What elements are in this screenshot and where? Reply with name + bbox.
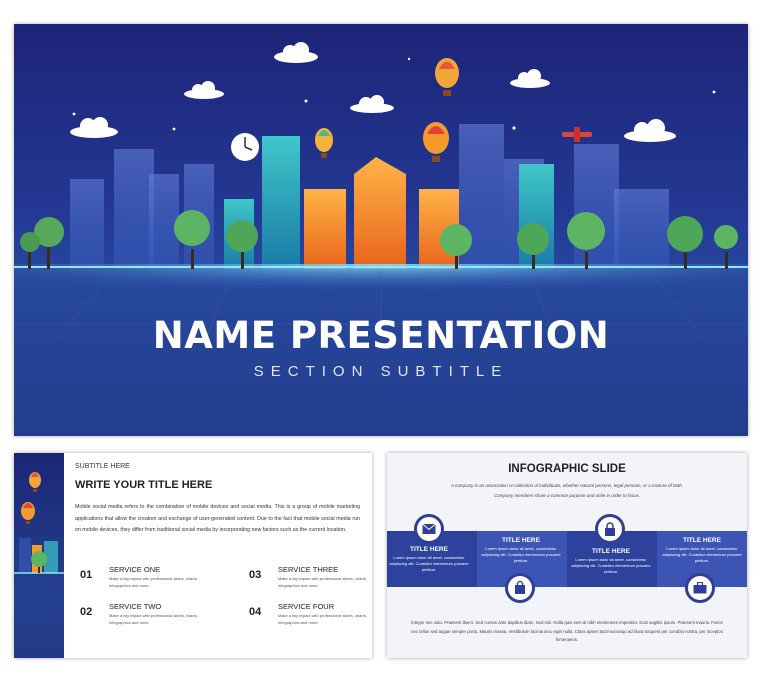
service-title: SERVICE TWO [109,602,162,611]
item-description: Lorem ipsum dolor sit amet, consectetur … [662,546,742,563]
slide-outro-text: Integer nec odio. Praesent libero. Sed c… [411,620,723,642]
shopping-bag-icon [505,573,535,603]
service-description: Make a big impact with professional slid… [278,613,367,625]
orange-buildings [304,157,459,269]
clock-icon [231,133,259,161]
infographic-item: TITLE HERE Lorem ipsum dolor sit amet, c… [662,537,742,564]
infographic-item: TITLE HERE Lorem ipsum dolor sit amet, c… [571,548,651,575]
intro-line: A company is an association or collectio… [451,483,683,488]
item-title: TITLE HERE [502,537,540,544]
item-description: Lorem ipsum dolor sit amet, consectetur … [571,557,651,574]
item-title: TITLE HERE [410,546,448,553]
stars [72,57,716,131]
hot-air-balloon-icon [423,122,449,162]
infographic-slide-thumbnail[interactable]: INFOGRAPHIC SLIDE A company is an associ… [387,453,747,658]
envelope-icon [414,514,444,544]
hot-air-balloon-icon [435,58,459,96]
item-description: Lorem ipsum dolor sit amet, consectetur … [389,555,469,572]
item-title: TITLE HERE [683,537,721,544]
hot-air-balloon-icon [315,128,333,158]
slide-intro-text: A company is an association or collectio… [427,481,707,501]
presentation-subtitle: SECTION SUBTITLE [253,363,509,380]
service-number: 01 [80,569,93,581]
infographic-item: TITLE HERE Lorem ipsum dolor sit amet, c… [389,546,469,573]
service-number: 02 [80,606,93,618]
service-number: 04 [249,606,262,618]
service-title: SERVICE ONE [109,565,161,574]
title-slide-preview[interactable]: NAME PRESENTATION SECTION SUBTITLE [14,24,748,436]
service-description: Make a big impact with professional slid… [278,576,367,588]
clouds [70,42,676,142]
presentation-title: NAME PRESENTATION [152,314,610,357]
slide-body-text: Mobile social media refers to the combin… [75,504,360,533]
item-title: TITLE HERE [592,548,630,555]
service-description: Make a big impact with professional slid… [109,576,198,588]
service-title: SERVICE THREE [278,565,339,574]
service-number: 03 [249,569,262,581]
lock-icon [595,514,625,544]
infographic-item: TITLE HERE Lorem ipsum dolor sit amet, c… [481,537,561,564]
content-slide-thumbnail[interactable]: SUBTITLE HERE WRITE YOUR TITLE HERE Mobi… [14,453,372,658]
slide-title: WRITE YOUR TITLE HERE [75,479,213,491]
hot-air-balloon-icon [21,502,35,524]
service-description: Make a big impact with professional slid… [109,613,198,625]
illustration-strip [14,453,64,658]
briefcase-icon [685,573,715,603]
slide-title: INFOGRAPHIC SLIDE [508,463,626,475]
slide-subtitle: SUBTITLE HERE [75,463,130,470]
hot-air-balloon-icon [29,472,41,492]
intro-line: Company members share a common purpose a… [493,493,641,498]
item-description: Lorem ipsum dolor sit amet, consectetur … [481,546,561,563]
service-title: SERVICE FOUR [278,602,335,611]
airplane-icon [562,127,592,142]
